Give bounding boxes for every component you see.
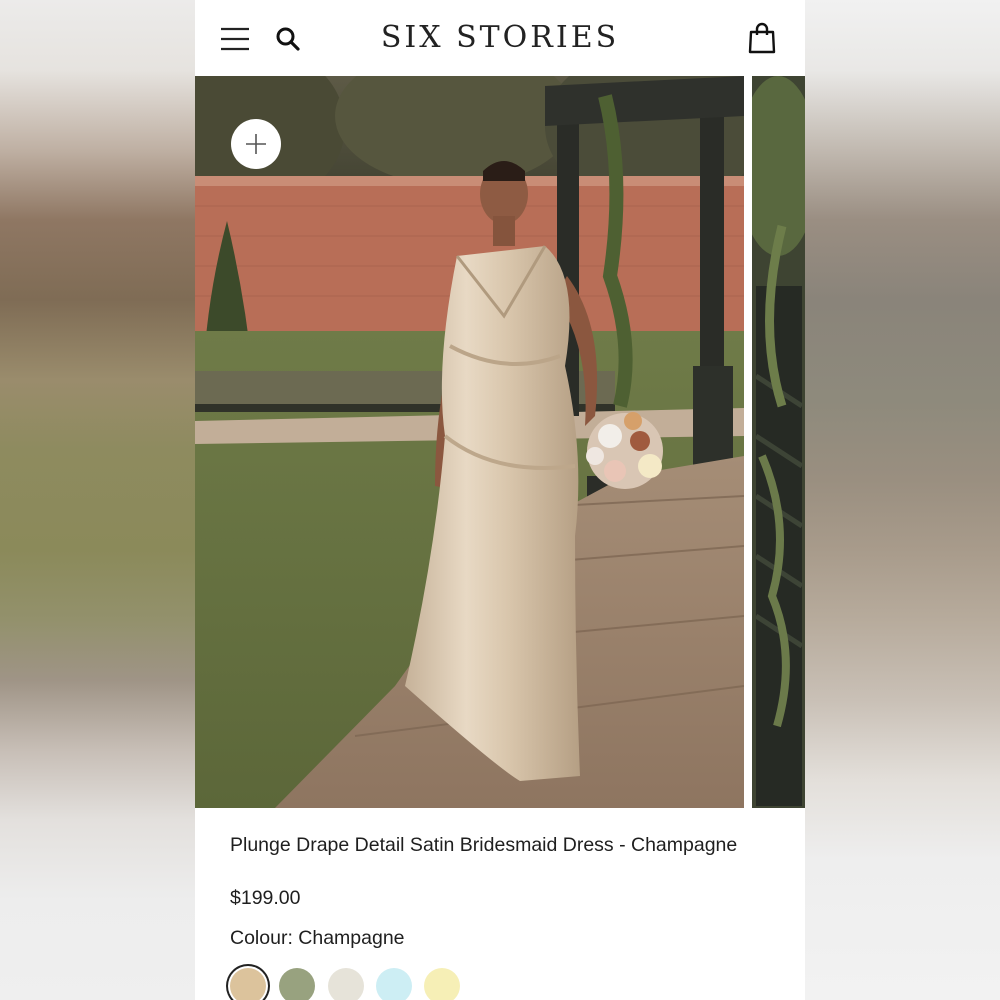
plus-icon: [246, 134, 266, 154]
product-photo-2: [752, 76, 805, 808]
hamburger-menu-icon[interactable]: [220, 26, 250, 52]
blurred-background-right: [805, 0, 1000, 1000]
swatch-champagne[interactable]: [230, 968, 266, 1000]
blurred-background-left: [0, 0, 195, 1000]
swatch-sage[interactable]: [279, 968, 315, 1000]
swatch-lemon[interactable]: [424, 968, 460, 1000]
product-title: Plunge Drape Detail Satin Bridesmaid Dre…: [230, 834, 738, 856]
swatch-sky[interactable]: [376, 968, 412, 1000]
swatch-ivory[interactable]: [328, 968, 364, 1000]
product-photo-1: [195, 76, 744, 808]
product-price: $199.00: [230, 887, 301, 909]
product-image-gallery[interactable]: [195, 76, 805, 808]
zoom-button[interactable]: [231, 119, 281, 169]
next-product-image[interactable]: [752, 76, 805, 808]
colour-label: Colour: Champagne: [230, 927, 405, 949]
product-info: Plunge Drape Detail Satin Bridesmaid Dre…: [195, 808, 805, 1000]
product-image[interactable]: [195, 76, 744, 808]
shopping-bag-icon[interactable]: [747, 22, 777, 54]
brand-logo[interactable]: SIX STORIES: [355, 20, 645, 55]
site-header: SIX STORIES: [195, 0, 805, 76]
mobile-page: SIX STORIES Plunge Drape Detail Satin Br…: [195, 0, 805, 1000]
search-icon[interactable]: [275, 26, 301, 52]
